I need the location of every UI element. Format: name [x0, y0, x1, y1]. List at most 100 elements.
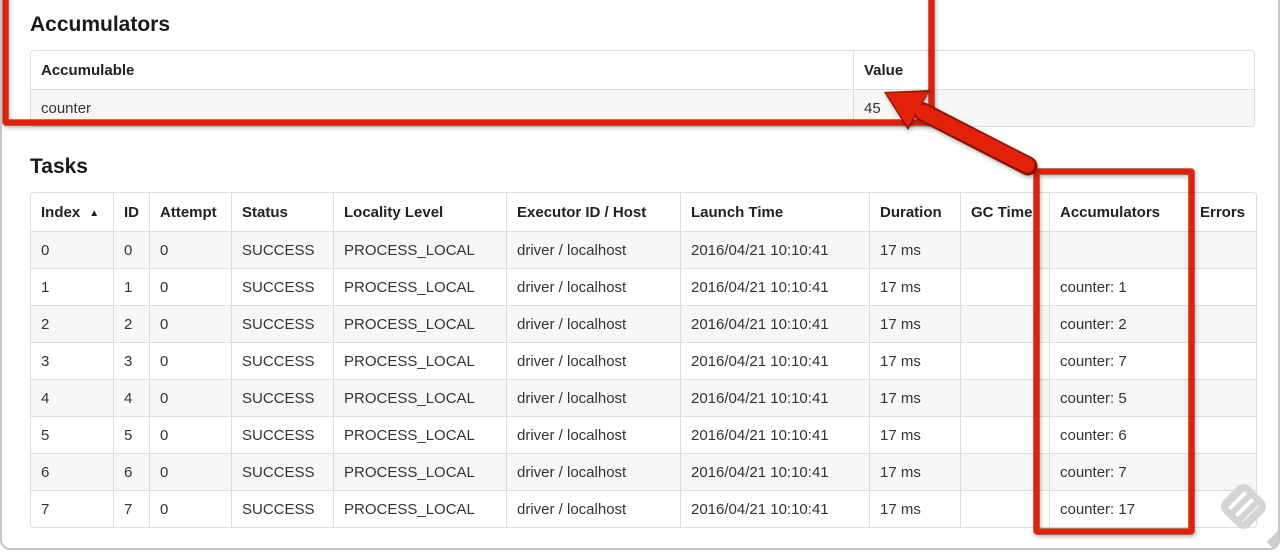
cell-id: 0 [113, 231, 149, 268]
cell-attempt: 0 [149, 416, 231, 453]
cell-attempt: 0 [149, 490, 231, 527]
column-header-index-label: Index [41, 203, 81, 221]
cell-executor: driver / localhost [506, 416, 680, 453]
accumulators-heading: Accumulators [30, 13, 171, 36]
task-row-6: 6 6 0 SUCCESS PROCESS_LOCAL driver / loc… [31, 453, 1256, 490]
cell-index: 1 [31, 268, 113, 305]
cell-duration: 17 ms [869, 305, 960, 342]
cell-duration: 17 ms [869, 490, 960, 527]
tasks-table: Index ▲ ID Attempt Status Locality Level … [30, 192, 1257, 528]
cell-gc-time [960, 416, 1049, 453]
cell-gc-time [960, 453, 1049, 490]
column-header-duration[interactable]: Duration [869, 193, 960, 231]
cell-gc-time [960, 268, 1049, 305]
cell-errors [1189, 342, 1256, 379]
accumulator-row: counter 45 [31, 89, 1254, 126]
column-header-executor-id-host[interactable]: Executor ID / Host [506, 193, 680, 231]
column-header-launch-time[interactable]: Launch Time [680, 193, 869, 231]
cell-accumulators: counter: 7 [1049, 342, 1189, 379]
cell-index: 3 [31, 342, 113, 379]
cell-accumulators: counter: 17 [1049, 490, 1189, 527]
corner-fragment-icon [1266, 530, 1278, 548]
cell-id: 3 [113, 342, 149, 379]
column-header-id[interactable]: ID [113, 193, 149, 231]
cell-status: SUCCESS [231, 379, 333, 416]
cell-accumulators: counter: 2 [1049, 305, 1189, 342]
cell-status: SUCCESS [231, 490, 333, 527]
cell-duration: 17 ms [869, 416, 960, 453]
column-header-errors[interactable]: Errors [1189, 193, 1256, 231]
cell-executor: driver / localhost [506, 231, 680, 268]
cell-duration: 17 ms [869, 268, 960, 305]
column-header-accumulators[interactable]: Accumulators [1049, 193, 1189, 231]
cell-duration: 17 ms [869, 342, 960, 379]
cell-status: SUCCESS [231, 268, 333, 305]
cell-launch-time: 2016/04/21 10:10:41 [680, 416, 869, 453]
cell-index: 0 [31, 231, 113, 268]
value-column-header: Value [853, 51, 1254, 89]
cell-duration: 17 ms [869, 231, 960, 268]
task-row-4: 4 4 0 SUCCESS PROCESS_LOCAL driver / loc… [31, 379, 1256, 416]
watermark-stripes [1227, 490, 1260, 523]
cell-executor: driver / localhost [506, 453, 680, 490]
task-row-5: 5 5 0 SUCCESS PROCESS_LOCAL driver / loc… [31, 416, 1256, 453]
cell-launch-time: 2016/04/21 10:10:41 [680, 379, 869, 416]
tasks-header-row: Index ▲ ID Attempt Status Locality Level … [31, 193, 1256, 231]
cell-executor: driver / localhost [506, 305, 680, 342]
cell-locality: PROCESS_LOCAL [333, 268, 506, 305]
cell-duration: 17 ms [869, 379, 960, 416]
cell-attempt: 0 [149, 305, 231, 342]
cell-errors [1189, 268, 1256, 305]
cell-accumulators: counter: 7 [1049, 453, 1189, 490]
column-header-status[interactable]: Status [231, 193, 333, 231]
cell-launch-time: 2016/04/21 10:10:41 [680, 305, 869, 342]
spark-stage-page: Accumulators Accumulable Value counter 4… [2, 2, 1278, 528]
column-header-gc-time[interactable]: GC Time [960, 193, 1049, 231]
task-row-2: 2 2 0 SUCCESS PROCESS_LOCAL driver / loc… [31, 305, 1256, 342]
cell-errors [1189, 379, 1256, 416]
cell-launch-time: 2016/04/21 10:10:41 [680, 490, 869, 527]
cell-status: SUCCESS [231, 342, 333, 379]
cell-launch-time: 2016/04/21 10:10:41 [680, 268, 869, 305]
cell-id: 7 [113, 490, 149, 527]
cell-attempt: 0 [149, 379, 231, 416]
accumulable-name-cell: counter [31, 89, 853, 126]
cell-executor: driver / localhost [506, 490, 680, 527]
cell-attempt: 0 [149, 453, 231, 490]
cell-index: 6 [31, 453, 113, 490]
accumulable-value-cell: 45 [853, 89, 1254, 126]
cell-id: 1 [113, 268, 149, 305]
column-header-locality-level[interactable]: Locality Level [333, 193, 506, 231]
cell-locality: PROCESS_LOCAL [333, 379, 506, 416]
sort-ascending-icon: ▲ [89, 207, 100, 219]
cell-errors [1189, 231, 1256, 268]
accumulable-column-header: Accumulable [41, 61, 135, 79]
task-row-3: 3 3 0 SUCCESS PROCESS_LOCAL driver / loc… [31, 342, 1256, 379]
cell-status: SUCCESS [231, 416, 333, 453]
cell-errors [1189, 416, 1256, 453]
cell-accumulators: counter: 1 [1049, 268, 1189, 305]
cell-errors [1189, 305, 1256, 342]
cell-launch-time: 2016/04/21 10:10:41 [680, 453, 869, 490]
cell-locality: PROCESS_LOCAL [333, 342, 506, 379]
cell-attempt: 0 [149, 342, 231, 379]
column-header-index[interactable]: Index ▲ [31, 193, 113, 231]
cell-status: SUCCESS [231, 305, 333, 342]
cell-id: 5 [113, 416, 149, 453]
cell-locality: PROCESS_LOCAL [333, 453, 506, 490]
accumulators-table: Accumulable Value counter 45 [30, 50, 1255, 127]
cell-attempt: 0 [149, 231, 231, 268]
task-row-1: 1 1 0 SUCCESS PROCESS_LOCAL driver / loc… [31, 268, 1256, 305]
cell-id: 6 [113, 453, 149, 490]
cell-locality: PROCESS_LOCAL [333, 231, 506, 268]
cell-gc-time [960, 231, 1049, 268]
cell-accumulators: counter: 5 [1049, 379, 1189, 416]
cell-index: 4 [31, 379, 113, 416]
cell-index: 2 [31, 305, 113, 342]
cell-locality: PROCESS_LOCAL [333, 305, 506, 342]
cell-attempt: 0 [149, 268, 231, 305]
cell-executor: driver / localhost [506, 342, 680, 379]
column-header-attempt[interactable]: Attempt [149, 193, 231, 231]
cell-executor: driver / localhost [506, 268, 680, 305]
cell-status: SUCCESS [231, 453, 333, 490]
